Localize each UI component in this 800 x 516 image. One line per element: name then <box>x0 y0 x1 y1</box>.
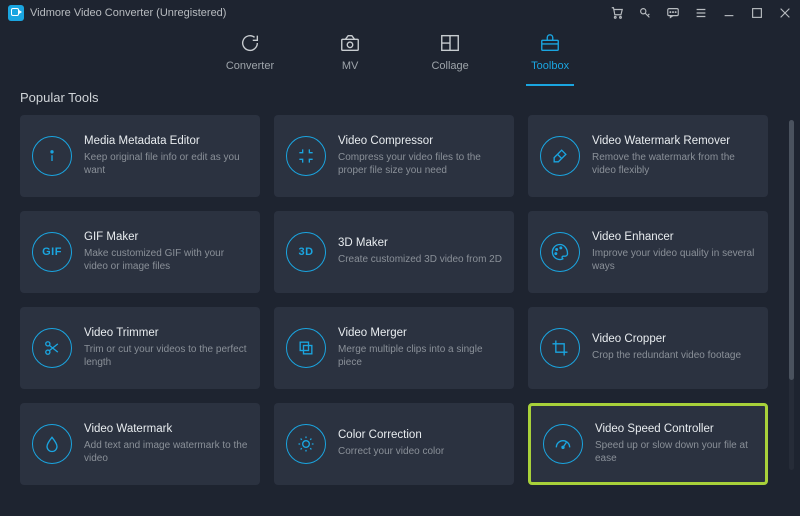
tab-collage[interactable]: Collage <box>426 32 474 86</box>
card-title: Media Metadata Editor <box>84 135 248 147</box>
compress-icon <box>286 136 326 176</box>
minimize-icon[interactable] <box>722 6 736 20</box>
tool-gif-maker[interactable]: GIF GIF Maker Make customized GIF with y… <box>20 211 260 293</box>
section-title: Popular Tools <box>20 90 780 105</box>
tool-video-watermark-remover[interactable]: Video Watermark Remover Remove the water… <box>528 115 768 197</box>
card-title: Video Compressor <box>338 135 502 147</box>
speed-icon <box>543 424 583 464</box>
close-icon[interactable] <box>778 6 792 20</box>
card-title: Video Speed Controller <box>595 423 753 435</box>
crop-icon <box>540 328 580 368</box>
card-desc: Remove the watermark from the video flex… <box>592 151 756 178</box>
menu-icon[interactable] <box>694 6 708 20</box>
card-title: Video Trimmer <box>84 327 248 339</box>
card-text: Video Cropper Crop the redundant video f… <box>592 333 741 363</box>
card-text: Video Speed Controller Speed up or slow … <box>595 423 753 466</box>
card-desc: Trim or cut your videos to the perfect l… <box>84 343 248 370</box>
card-desc: Improve your video quality in several wa… <box>592 247 756 274</box>
sun-icon <box>286 424 326 464</box>
card-desc: Compress your video files to the proper … <box>338 151 502 178</box>
gif-icon: GIF <box>32 232 72 272</box>
card-text: Video Merger Merge multiple clips into a… <box>338 327 502 370</box>
card-text: Video Watermark Add text and image water… <box>84 423 248 466</box>
droplet-icon <box>32 424 72 464</box>
card-text: GIF Maker Make customized GIF with your … <box>84 231 248 274</box>
titlebar: Vidmore Video Converter (Unregistered) <box>0 0 800 26</box>
card-title: Video Merger <box>338 327 502 339</box>
feedback-icon[interactable] <box>666 6 680 20</box>
card-text: Video Trimmer Trim or cut your videos to… <box>84 327 248 370</box>
nav-label: MV <box>342 60 359 72</box>
card-desc: Add text and image watermark to the vide… <box>84 439 248 466</box>
card-desc: Merge multiple clips into a single piece <box>338 343 502 370</box>
tab-toolbox[interactable]: Toolbox <box>526 32 574 86</box>
tool-video-speed-controller[interactable]: Video Speed Controller Speed up or slow … <box>528 403 768 485</box>
card-text: Media Metadata Editor Keep original file… <box>84 135 248 178</box>
card-text: Video Compressor Compress your video fil… <box>338 135 502 178</box>
card-desc: Correct your video color <box>338 445 444 459</box>
refresh-icon <box>239 32 261 54</box>
card-title: GIF Maker <box>84 231 248 243</box>
titlebar-right <box>610 6 792 20</box>
nav-label: Toolbox <box>531 60 569 72</box>
nav-label: Converter <box>226 60 274 72</box>
tab-mv[interactable]: MV <box>326 32 374 86</box>
tool-video-cropper[interactable]: Video Cropper Crop the redundant video f… <box>528 307 768 389</box>
card-text: Video Watermark Remover Remove the water… <box>592 135 756 178</box>
card-title: 3D Maker <box>338 237 502 249</box>
cart-icon[interactable] <box>610 6 624 20</box>
tool-3d-maker[interactable]: 3D 3D Maker Create customized 3D video f… <box>274 211 514 293</box>
key-icon[interactable] <box>638 6 652 20</box>
camera-icon <box>339 32 361 54</box>
content-area: Popular Tools Media Metadata Editor Keep… <box>0 86 800 485</box>
card-desc: Speed up or slow down your file at ease <box>595 439 753 466</box>
palette-icon <box>540 232 580 272</box>
card-desc: Crop the redundant video footage <box>592 349 741 363</box>
3d-icon: 3D <box>286 232 326 272</box>
card-title: Video Enhancer <box>592 231 756 243</box>
card-text: Color Correction Correct your video colo… <box>338 429 444 459</box>
nav-label: Collage <box>431 60 468 72</box>
eraser-icon <box>540 136 580 176</box>
maximize-icon[interactable] <box>750 6 764 20</box>
card-title: Video Watermark Remover <box>592 135 756 147</box>
tool-grid: Media Metadata Editor Keep original file… <box>20 115 780 485</box>
card-title: Color Correction <box>338 429 444 441</box>
tool-video-watermark[interactable]: Video Watermark Add text and image water… <box>20 403 260 485</box>
tool-video-trimmer[interactable]: Video Trimmer Trim or cut your videos to… <box>20 307 260 389</box>
card-title: Video Watermark <box>84 423 248 435</box>
scroll-thumb[interactable] <box>789 120 794 380</box>
app-logo-icon <box>8 5 24 21</box>
card-text: Video Enhancer Improve your video qualit… <box>592 231 756 274</box>
tab-converter[interactable]: Converter <box>226 32 274 86</box>
card-desc: Make customized GIF with your video or i… <box>84 247 248 274</box>
info-icon <box>32 136 72 176</box>
app-title: Vidmore Video Converter (Unregistered) <box>30 7 226 19</box>
collage-icon <box>439 32 461 54</box>
card-desc: Create customized 3D video from 2D <box>338 253 502 267</box>
main-nav: Converter MV Collage Toolbox <box>0 26 800 86</box>
titlebar-left: Vidmore Video Converter (Unregistered) <box>8 5 226 21</box>
card-title: Video Cropper <box>592 333 741 345</box>
scissors-icon <box>32 328 72 368</box>
tool-video-enhancer[interactable]: Video Enhancer Improve your video qualit… <box>528 211 768 293</box>
scrollbar[interactable] <box>789 120 794 470</box>
tool-video-compressor[interactable]: Video Compressor Compress your video fil… <box>274 115 514 197</box>
card-text: 3D Maker Create customized 3D video from… <box>338 237 502 267</box>
tool-media-metadata-editor[interactable]: Media Metadata Editor Keep original file… <box>20 115 260 197</box>
toolbox-icon <box>539 32 561 54</box>
card-desc: Keep original file info or edit as you w… <box>84 151 248 178</box>
tool-video-merger[interactable]: Video Merger Merge multiple clips into a… <box>274 307 514 389</box>
merge-icon <box>286 328 326 368</box>
tool-color-correction[interactable]: Color Correction Correct your video colo… <box>274 403 514 485</box>
